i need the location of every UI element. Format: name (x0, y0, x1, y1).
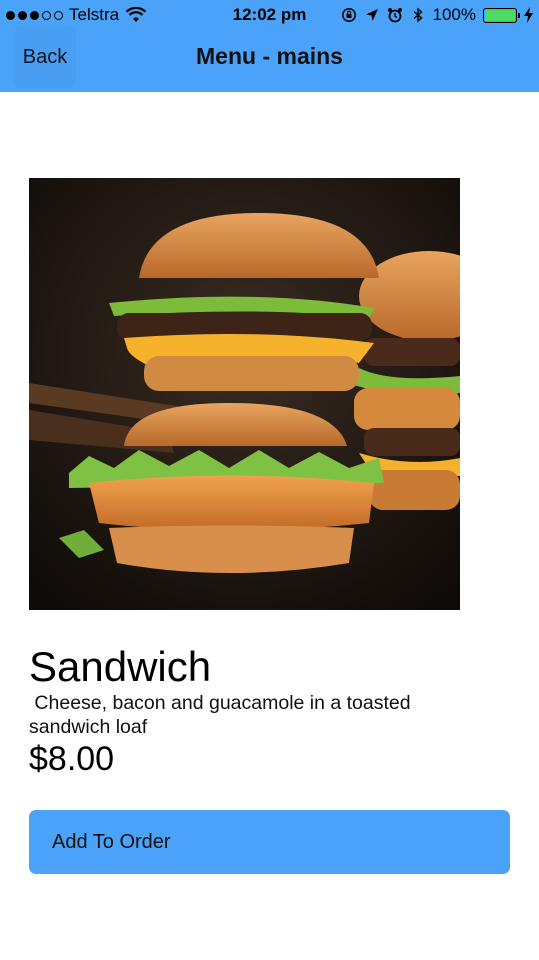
burger-illustration (29, 178, 460, 610)
status-right: 100% (341, 5, 533, 25)
battery-percent: 100% (432, 5, 476, 24)
status-bar: Telstra 12:02 pm 100% (0, 0, 539, 32)
alarm-icon (387, 8, 402, 23)
page-title: Menu - mains (196, 43, 343, 69)
add-to-order-button[interactable]: Add To Order (29, 810, 510, 874)
burger-photo (29, 178, 460, 610)
nav-header: Telstra 12:02 pm 100% Back Menu - mains (0, 0, 539, 92)
charging-bolt-icon (524, 7, 533, 23)
location-arrow-icon (365, 9, 378, 21)
item-name: Sandwich (29, 643, 212, 690)
battery-icon (483, 7, 520, 23)
item-price: $8.00 (29, 740, 115, 778)
orientation-lock-icon (341, 8, 356, 22)
bluetooth-icon (413, 7, 423, 23)
item-description: Cheese, bacon and guacamole in a toasted… (29, 692, 417, 738)
